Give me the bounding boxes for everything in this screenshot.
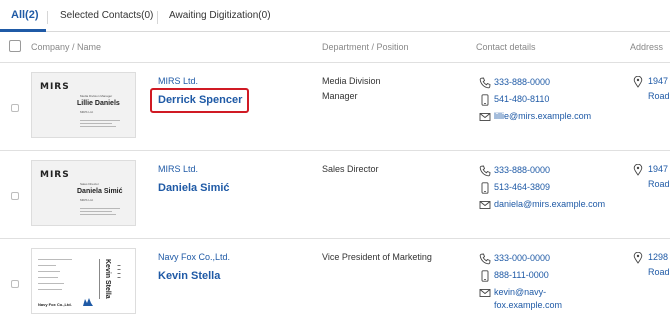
tab-awaiting-digitization[interactable]: Awaiting Digitization(0) bbox=[169, 10, 271, 21]
department: Sales Director bbox=[322, 164, 379, 174]
tab-divider bbox=[47, 11, 48, 24]
phone-link[interactable]: 333-888-0000 bbox=[494, 77, 550, 87]
table-row[interactable]: MIRS Sales Director Daniela Simić MIRS L… bbox=[0, 152, 670, 239]
phone-icon bbox=[479, 165, 491, 177]
card-fine-print bbox=[38, 277, 58, 278]
mobile-icon bbox=[481, 182, 489, 194]
column-header-contact[interactable]: Contact details bbox=[476, 42, 536, 52]
card-fine-print bbox=[38, 271, 60, 272]
tab-divider bbox=[157, 11, 158, 24]
column-header-address[interactable]: Address bbox=[630, 42, 663, 52]
email-link[interactable]: daniela@mirs.example.com bbox=[494, 199, 605, 209]
mobile-icon bbox=[481, 270, 489, 282]
contact-name-link[interactable]: Daniela Simić bbox=[158, 182, 230, 194]
card-divider bbox=[99, 259, 100, 299]
contact-tabs: All(2) Selected Contacts(0) Awaiting Dig… bbox=[0, 0, 670, 32]
address-line[interactable]: Road bbox=[648, 266, 670, 279]
row-checkbox[interactable] bbox=[11, 280, 19, 288]
fox-logo-icon bbox=[83, 298, 93, 306]
location-pin-icon bbox=[633, 164, 643, 176]
card-fine-print bbox=[80, 214, 116, 215]
card-name: Lillie Daniels bbox=[77, 100, 120, 107]
tab-selected-contacts[interactable]: Selected Contacts(0) bbox=[60, 10, 153, 21]
card-fine-print bbox=[38, 289, 62, 290]
location-pin-icon bbox=[633, 76, 643, 88]
mobile-link[interactable]: 513-464-3809 bbox=[494, 182, 550, 192]
highlight-box bbox=[150, 88, 249, 113]
address-line[interactable]: 1298 bbox=[648, 251, 668, 264]
company-link[interactable]: MIRS Ltd. bbox=[158, 76, 198, 86]
card-title: Sales Director bbox=[80, 182, 99, 186]
email-link[interactable]: kevin@navy- bbox=[494, 287, 546, 297]
card-fine-print bbox=[38, 265, 56, 266]
company-link[interactable]: MIRS Ltd. bbox=[158, 164, 198, 174]
business-card-image[interactable]: MIRS Sales Director Daniela Simić MIRS L… bbox=[31, 160, 136, 226]
card-company: MIRS Ltd. bbox=[80, 198, 94, 202]
mail-icon bbox=[479, 201, 491, 209]
department: Vice President of Marketing bbox=[322, 252, 432, 262]
select-all-checkbox[interactable] bbox=[9, 40, 21, 52]
mobile-link[interactable]: 541-480-8110 bbox=[494, 94, 549, 104]
location-pin-icon bbox=[633, 252, 643, 264]
mail-icon bbox=[479, 113, 491, 121]
card-logo: Navy Fox Co.,Ltd. bbox=[38, 302, 72, 307]
phone-link[interactable]: 333-000-0000 bbox=[494, 253, 550, 263]
card-fine-print bbox=[80, 120, 120, 121]
card-fine-print bbox=[38, 283, 64, 284]
tab-all[interactable]: All(2) bbox=[11, 9, 39, 21]
contact-name-link[interactable]: Kevin Stella bbox=[158, 270, 220, 282]
column-header-company-name[interactable]: Company / Name bbox=[31, 42, 101, 52]
phone-icon bbox=[479, 253, 491, 265]
row-checkbox[interactable] bbox=[11, 192, 19, 200]
table-row[interactable]: Kevin Stella ▬▬▬▬ Navy Fox Co.,Ltd. Navy… bbox=[0, 240, 670, 326]
mail-icon bbox=[479, 289, 491, 297]
card-fine-print bbox=[80, 123, 112, 124]
address-line[interactable]: 1947 bbox=[648, 163, 668, 176]
mobile-link[interactable]: 888-111-0000 bbox=[494, 270, 549, 280]
card-company: MIRS Ltd. bbox=[80, 110, 94, 114]
phone-link[interactable]: 333-888-0000 bbox=[494, 165, 550, 175]
table-row[interactable]: MIRS Media Division Manager Lillie Danie… bbox=[0, 64, 670, 151]
card-fine-print bbox=[80, 208, 120, 209]
position: Manager bbox=[322, 91, 358, 101]
phone-icon bbox=[479, 77, 491, 89]
business-card-image[interactable]: MIRS Media Division Manager Lillie Danie… bbox=[31, 72, 136, 138]
card-fine-print bbox=[80, 211, 112, 212]
department: Media Division bbox=[322, 76, 381, 86]
card-name: Daniela Simić bbox=[77, 188, 123, 195]
address-line[interactable]: Road bbox=[648, 178, 670, 191]
card-name: Kevin Stella bbox=[104, 259, 111, 299]
card-logo: MIRS bbox=[40, 170, 70, 180]
email-link[interactable]: lillie@mirs.example.com bbox=[494, 111, 591, 121]
card-fine-print bbox=[80, 126, 116, 127]
mobile-icon bbox=[481, 94, 489, 106]
card-title: Media Division Manager bbox=[80, 94, 113, 98]
row-checkbox[interactable] bbox=[11, 104, 19, 112]
card-logo: MIRS bbox=[40, 82, 70, 92]
card-fine-print: ▬▬▬▬ bbox=[117, 263, 121, 279]
company-link[interactable]: Navy Fox Co.,Ltd. bbox=[158, 252, 230, 262]
address-line[interactable]: 1947 bbox=[648, 75, 668, 88]
email-link[interactable]: fox.example.com bbox=[494, 300, 562, 310]
address-line[interactable]: Road bbox=[648, 90, 670, 103]
table-header: Company / Name Department / Position Con… bbox=[0, 33, 670, 63]
business-card-image[interactable]: Kevin Stella ▬▬▬▬ Navy Fox Co.,Ltd. bbox=[31, 248, 136, 314]
active-tab-indicator bbox=[0, 29, 46, 32]
column-header-department[interactable]: Department / Position bbox=[322, 42, 409, 52]
card-fine-print bbox=[38, 259, 72, 260]
